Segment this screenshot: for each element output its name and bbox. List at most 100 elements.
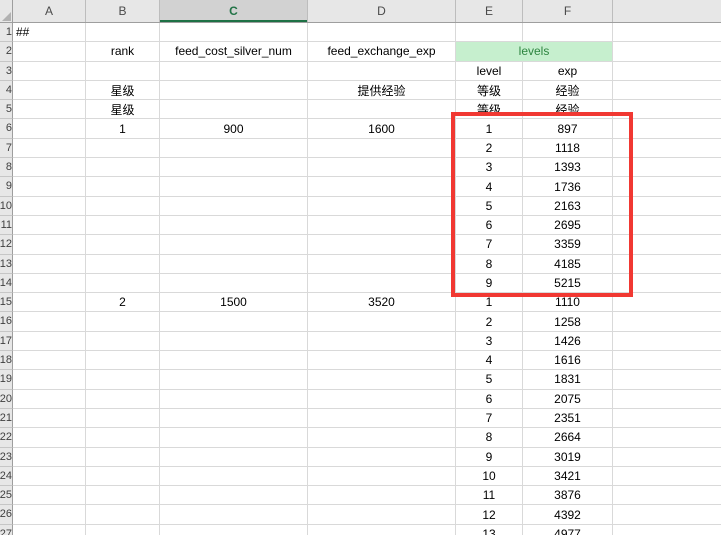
- row-header-24[interactable]: 24: [0, 467, 13, 486]
- cell-A2[interactable]: [13, 42, 86, 61]
- cell-E17[interactable]: 3: [456, 332, 523, 351]
- cell-E3[interactable]: level: [456, 62, 523, 81]
- cell-E4[interactable]: 等级: [456, 81, 523, 100]
- cell-C19[interactable]: [160, 370, 308, 389]
- row-header-7[interactable]: 7: [0, 139, 13, 158]
- cell-A11[interactable]: [13, 216, 86, 235]
- cell-E10[interactable]: 5: [456, 197, 523, 216]
- cell-D17[interactable]: [308, 332, 456, 351]
- cell-E21[interactable]: 7: [456, 409, 523, 428]
- cell-D23[interactable]: [308, 448, 456, 467]
- row-header-9[interactable]: 9: [0, 177, 13, 196]
- cell-C23[interactable]: [160, 448, 308, 467]
- cell-D3[interactable]: [308, 62, 456, 81]
- cell-A14[interactable]: [13, 274, 86, 293]
- cell-F25[interactable]: 3876: [523, 486, 613, 505]
- cell-A6[interactable]: [13, 119, 86, 138]
- cell-F23[interactable]: 3019: [523, 448, 613, 467]
- row-header-15[interactable]: 15: [0, 293, 13, 312]
- cell-B23[interactable]: [86, 448, 160, 467]
- cell-filler-23[interactable]: [613, 448, 721, 467]
- cell-F5[interactable]: 经验: [523, 100, 613, 119]
- row-header-4[interactable]: 4: [0, 81, 13, 100]
- cell-A5[interactable]: [13, 100, 86, 119]
- cell-E5[interactable]: 等级: [456, 100, 523, 119]
- cell-A8[interactable]: [13, 158, 86, 177]
- cell-filler-3[interactable]: [613, 62, 721, 81]
- cell-filler-18[interactable]: [613, 351, 721, 370]
- cell-E12[interactable]: 7: [456, 235, 523, 254]
- column-header-A[interactable]: A: [13, 0, 86, 22]
- row-header-20[interactable]: 20: [0, 390, 13, 409]
- row-header-17[interactable]: 17: [0, 332, 13, 351]
- cell-B27[interactable]: [86, 525, 160, 535]
- cell-B3[interactable]: [86, 62, 160, 81]
- cell-A25[interactable]: [13, 486, 86, 505]
- row-header-2[interactable]: 2: [0, 42, 13, 61]
- cell-C20[interactable]: [160, 390, 308, 409]
- cell-B7[interactable]: [86, 139, 160, 158]
- cell-C22[interactable]: [160, 428, 308, 447]
- cell-B22[interactable]: [86, 428, 160, 447]
- cell-D18[interactable]: [308, 351, 456, 370]
- cell-C12[interactable]: [160, 235, 308, 254]
- cell-A1[interactable]: ##: [13, 23, 86, 42]
- cell-F12[interactable]: 3359: [523, 235, 613, 254]
- cell-filler-27[interactable]: [613, 525, 721, 535]
- row-header-26[interactable]: 26: [0, 505, 13, 524]
- cell-E15[interactable]: 1: [456, 293, 523, 312]
- column-header-E[interactable]: E: [456, 0, 523, 22]
- cell-F21[interactable]: 2351: [523, 409, 613, 428]
- cell-C18[interactable]: [160, 351, 308, 370]
- row-header-1[interactable]: 1: [0, 23, 13, 42]
- row-header-13[interactable]: 13: [0, 255, 13, 274]
- row-header-5[interactable]: 5: [0, 100, 13, 119]
- cell-D24[interactable]: [308, 467, 456, 486]
- cell-filler-19[interactable]: [613, 370, 721, 389]
- row-header-8[interactable]: 8: [0, 158, 13, 177]
- cell-D22[interactable]: [308, 428, 456, 447]
- cell-B24[interactable]: [86, 467, 160, 486]
- row-header-10[interactable]: 10: [0, 197, 13, 216]
- cell-D6[interactable]: 1600: [308, 119, 456, 138]
- column-header-D[interactable]: D: [308, 0, 456, 22]
- cell-C24[interactable]: [160, 467, 308, 486]
- cell-C11[interactable]: [160, 216, 308, 235]
- cell-D15[interactable]: 3520: [308, 293, 456, 312]
- cell-filler-1[interactable]: [613, 23, 721, 42]
- row-header-3[interactable]: 3: [0, 62, 13, 81]
- cell-F8[interactable]: 1393: [523, 158, 613, 177]
- cell-E18[interactable]: 4: [456, 351, 523, 370]
- cell-B13[interactable]: [86, 255, 160, 274]
- cell-A27[interactable]: [13, 525, 86, 535]
- cell-D7[interactable]: [308, 139, 456, 158]
- row-header-21[interactable]: 21: [0, 409, 13, 428]
- cell-C10[interactable]: [160, 197, 308, 216]
- cell-A24[interactable]: [13, 467, 86, 486]
- cell-A13[interactable]: [13, 255, 86, 274]
- cell-B8[interactable]: [86, 158, 160, 177]
- cell-B17[interactable]: [86, 332, 160, 351]
- cell-B20[interactable]: [86, 390, 160, 409]
- cell-E24[interactable]: 10: [456, 467, 523, 486]
- cell-D16[interactable]: [308, 312, 456, 331]
- cell-E13[interactable]: 8: [456, 255, 523, 274]
- cell-A21[interactable]: [13, 409, 86, 428]
- cell-F6[interactable]: 897: [523, 119, 613, 138]
- cell-D5[interactable]: [308, 100, 456, 119]
- cell-C4[interactable]: [160, 81, 308, 100]
- cell-A12[interactable]: [13, 235, 86, 254]
- cell-B21[interactable]: [86, 409, 160, 428]
- cell-E2[interactable]: levels: [456, 42, 613, 61]
- column-header-B[interactable]: B: [86, 0, 160, 22]
- cell-filler-6[interactable]: [613, 119, 721, 138]
- cell-C5[interactable]: [160, 100, 308, 119]
- cell-B25[interactable]: [86, 486, 160, 505]
- cell-D4[interactable]: 提供经验: [308, 81, 456, 100]
- row-header-19[interactable]: 19: [0, 370, 13, 389]
- cell-F14[interactable]: 5215: [523, 274, 613, 293]
- row-header-18[interactable]: 18: [0, 351, 13, 370]
- cell-F9[interactable]: 1736: [523, 177, 613, 196]
- cell-filler-4[interactable]: [613, 81, 721, 100]
- cell-E6[interactable]: 1: [456, 119, 523, 138]
